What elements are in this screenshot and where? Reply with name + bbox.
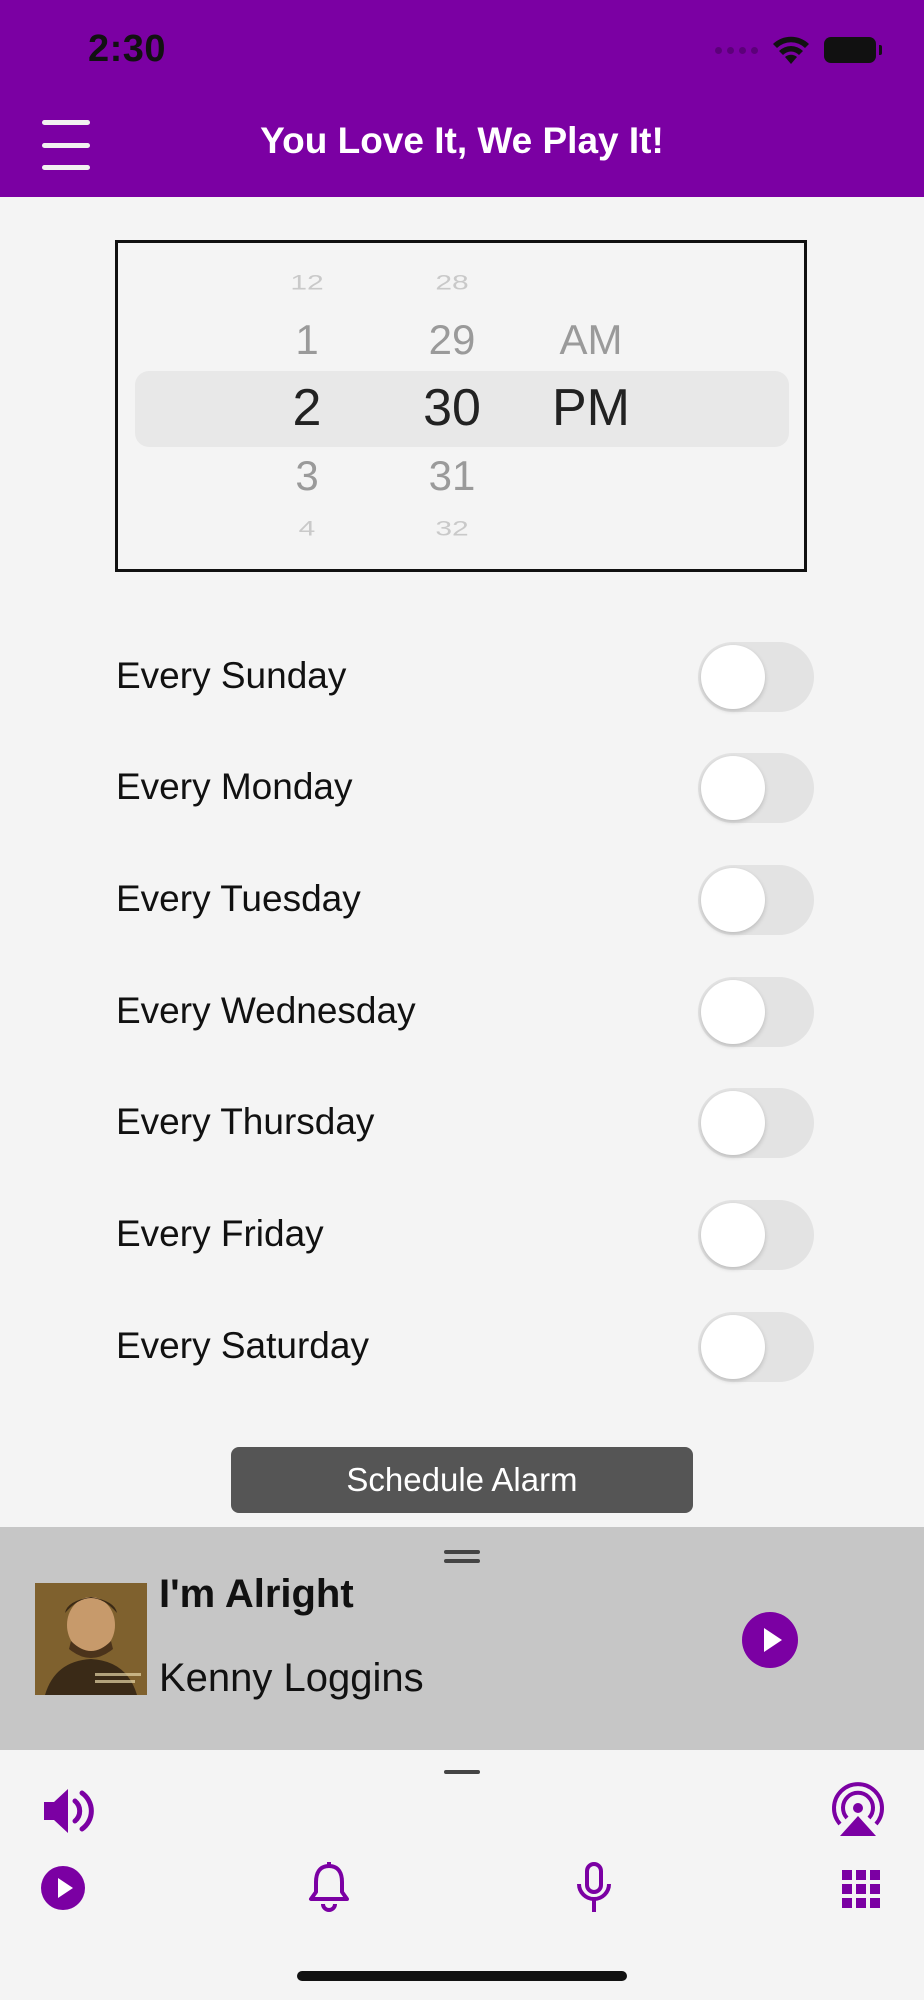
status-indicators [715, 30, 882, 70]
bell-icon[interactable] [307, 1862, 351, 1912]
picker-minute-option[interactable]: 29 [392, 316, 512, 364]
battery-icon [824, 37, 882, 63]
page-title: You Love It, We Play It! [260, 120, 664, 161]
picker-minute-option[interactable]: 28 [392, 271, 512, 295]
toggle-knob [701, 1091, 765, 1155]
grid-icon[interactable] [842, 1870, 880, 1908]
day-label-saturday: Every Saturday [116, 1325, 369, 1366]
toggle-friday[interactable] [698, 1200, 814, 1270]
toggle-thursday[interactable] [698, 1088, 814, 1158]
day-label-thursday: Every Thursday [116, 1101, 375, 1142]
picker-period-option[interactable]: AM [531, 316, 651, 364]
airplay-icon[interactable] [828, 1782, 888, 1838]
home-indicator [297, 1971, 627, 1981]
picker-hour-option[interactable]: 4 [247, 517, 367, 541]
picker-hour-option[interactable]: 12 [247, 271, 367, 295]
day-label-friday: Every Friday [116, 1213, 324, 1254]
toggle-saturday[interactable] [698, 1312, 814, 1382]
song-title: I'm Alright [159, 1572, 354, 1616]
status-time: 2:30 [88, 28, 167, 70]
toggle-knob [701, 645, 765, 709]
song-artist: Kenny Loggins [159, 1656, 424, 1700]
picker-period-selected[interactable]: PM [531, 378, 651, 438]
day-label-wednesday: Every Wednesday [116, 990, 416, 1031]
toggle-knob [701, 980, 765, 1044]
toggle-knob [701, 868, 765, 932]
day-label-tuesday: Every Tuesday [116, 878, 361, 919]
picker-minute-option[interactable]: 32 [392, 517, 512, 541]
drag-handle-icon[interactable] [444, 1550, 480, 1554]
picker-minute-option[interactable]: 31 [392, 452, 512, 500]
toggle-knob [701, 1203, 765, 1267]
speaker-icon[interactable] [40, 1784, 98, 1838]
picker-hour-selected[interactable]: 2 [247, 378, 367, 438]
toggle-knob [701, 756, 765, 820]
picker-minute-selected[interactable]: 30 [392, 378, 512, 438]
toggle-sunday[interactable] [698, 642, 814, 712]
day-label-monday: Every Monday [116, 766, 353, 807]
toggle-wednesday[interactable] [698, 977, 814, 1047]
play-icon[interactable] [40, 1865, 86, 1911]
toggle-tuesday[interactable] [698, 865, 814, 935]
schedule-alarm-button[interactable]: Schedule Alarm [231, 1447, 693, 1513]
picker-hour-option[interactable]: 1 [247, 316, 367, 364]
drag-handle-line [444, 1559, 480, 1563]
microphone-icon[interactable] [574, 1862, 614, 1914]
wifi-icon [773, 36, 809, 64]
toggle-knob [701, 1315, 765, 1379]
mini-player-play-icon[interactable] [741, 1611, 799, 1669]
album-art [35, 1583, 147, 1695]
cellular-signal-icon [715, 46, 758, 54]
day-label-sunday: Every Sunday [116, 655, 347, 696]
picker-hour-option[interactable]: 3 [247, 452, 367, 500]
toggle-monday[interactable] [698, 753, 814, 823]
drawer-handle-icon[interactable] [444, 1770, 480, 1774]
